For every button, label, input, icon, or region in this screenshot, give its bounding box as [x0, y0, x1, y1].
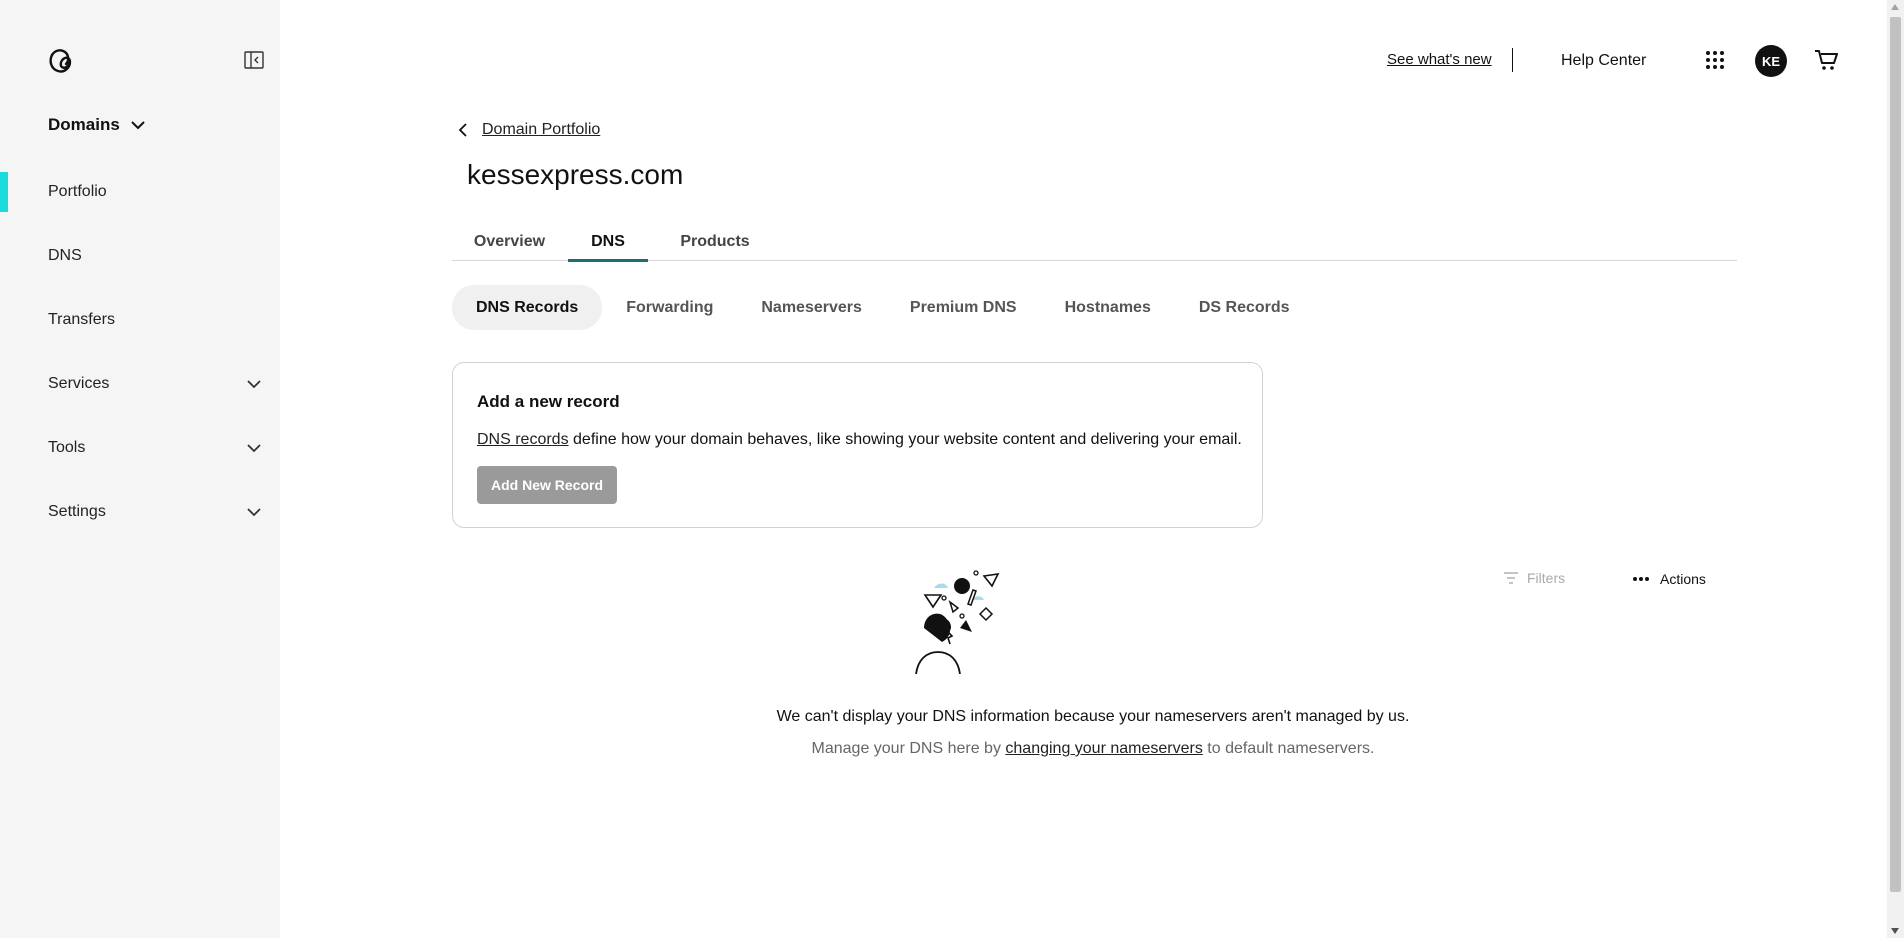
apps-grid-icon[interactable]: [1705, 50, 1725, 70]
empty-state-illustration: [915, 570, 1000, 674]
cart-icon[interactable]: [1814, 49, 1838, 71]
divider: [1512, 48, 1513, 72]
sidebar-item-label: Transfers: [48, 311, 115, 328]
chevron-down-icon: [247, 444, 261, 453]
scroll-up-icon[interactable]: [1891, 4, 1899, 10]
domains-label: Domains: [48, 115, 120, 134]
empty-state-hint-pre: Manage your DNS here by: [811, 740, 1006, 757]
subtab-ds-records[interactable]: DS Records: [1175, 285, 1314, 330]
page-title: kessexpress.com: [467, 159, 684, 190]
sidebar-item-label: DNS: [48, 247, 82, 264]
scrollbar[interactable]: [1887, 0, 1904, 938]
filter-icon: [1504, 572, 1518, 584]
chevron-down-icon: [247, 508, 261, 517]
chevron-down-icon: [247, 380, 261, 389]
breadcrumb-link[interactable]: Domain Portfolio: [482, 121, 600, 139]
subtab-dns-records[interactable]: DNS Records: [452, 285, 603, 330]
sidebar-item-tools[interactable]: Tools: [0, 426, 280, 470]
subtab-premium-dns[interactable]: Premium DNS: [886, 285, 1041, 330]
sidebar-item-label: Portfolio: [48, 183, 107, 200]
add-new-record-button[interactable]: Add New Record: [477, 466, 617, 504]
empty-state-hint: Manage your DNS here by changing your na…: [0, 740, 1904, 758]
tab-bar: Overview DNS Products: [452, 222, 1737, 262]
sidebar: Domains Portfolio DNS Transfers Services…: [0, 0, 280, 938]
whats-new-link[interactable]: See what's new: [1387, 51, 1492, 68]
tab-overview[interactable]: Overview: [452, 222, 567, 261]
collapse-sidebar-icon[interactable]: [244, 51, 264, 69]
sidebar-item-transfers[interactable]: Transfers: [0, 298, 280, 342]
actions-label: Actions: [1660, 571, 1706, 587]
change-nameservers-link[interactable]: changing your nameservers: [1005, 740, 1202, 757]
card-description: DNS records define how your domain behav…: [477, 431, 1242, 449]
card-description-text: define how your domain behaves, like sho…: [568, 431, 1242, 448]
sidebar-item-label: Settings: [48, 503, 106, 520]
dns-subtabs: DNS Records Forwarding Nameservers Premi…: [452, 285, 1314, 330]
breadcrumb[interactable]: Domain Portfolio: [456, 121, 600, 139]
more-dots-icon: [1633, 577, 1649, 581]
tab-products[interactable]: Products: [662, 222, 768, 261]
filters-button[interactable]: Filters: [1503, 570, 1565, 586]
godaddy-logo-icon[interactable]: [46, 46, 76, 76]
sidebar-item-settings[interactable]: Settings: [0, 490, 280, 534]
avatar[interactable]: KE: [1755, 45, 1787, 77]
back-arrow-icon: [458, 123, 467, 137]
help-center-link[interactable]: Help Center: [1561, 52, 1646, 70]
tab-dns[interactable]: DNS: [568, 222, 648, 262]
add-record-card: Add a new record DNS records define how …: [452, 362, 1263, 528]
sidebar-item-services[interactable]: Services: [0, 362, 280, 406]
card-title: Add a new record: [477, 392, 620, 411]
scroll-down-icon[interactable]: [1891, 928, 1899, 934]
subtab-forwarding[interactable]: Forwarding: [602, 285, 737, 330]
sidebar-item-dns[interactable]: DNS: [0, 234, 280, 278]
chevron-down-icon: [131, 121, 145, 130]
filters-label: Filters: [1527, 570, 1566, 586]
dns-records-link[interactable]: DNS records: [477, 431, 569, 448]
empty-state-hint-post: to default nameservers.: [1202, 740, 1375, 757]
sidebar-item-label: Tools: [48, 439, 86, 456]
subtab-nameservers[interactable]: Nameservers: [737, 285, 886, 330]
empty-state-message: We can't display your DNS information be…: [776, 708, 1410, 725]
subtab-hostnames[interactable]: Hostnames: [1041, 285, 1175, 330]
actions-button[interactable]: Actions: [1632, 571, 1706, 587]
domains-menu[interactable]: Domains: [48, 115, 146, 135]
sidebar-item-label: Services: [48, 375, 110, 392]
scroll-thumb[interactable]: [1890, 17, 1901, 892]
sidebar-item-portfolio[interactable]: Portfolio: [0, 170, 280, 214]
